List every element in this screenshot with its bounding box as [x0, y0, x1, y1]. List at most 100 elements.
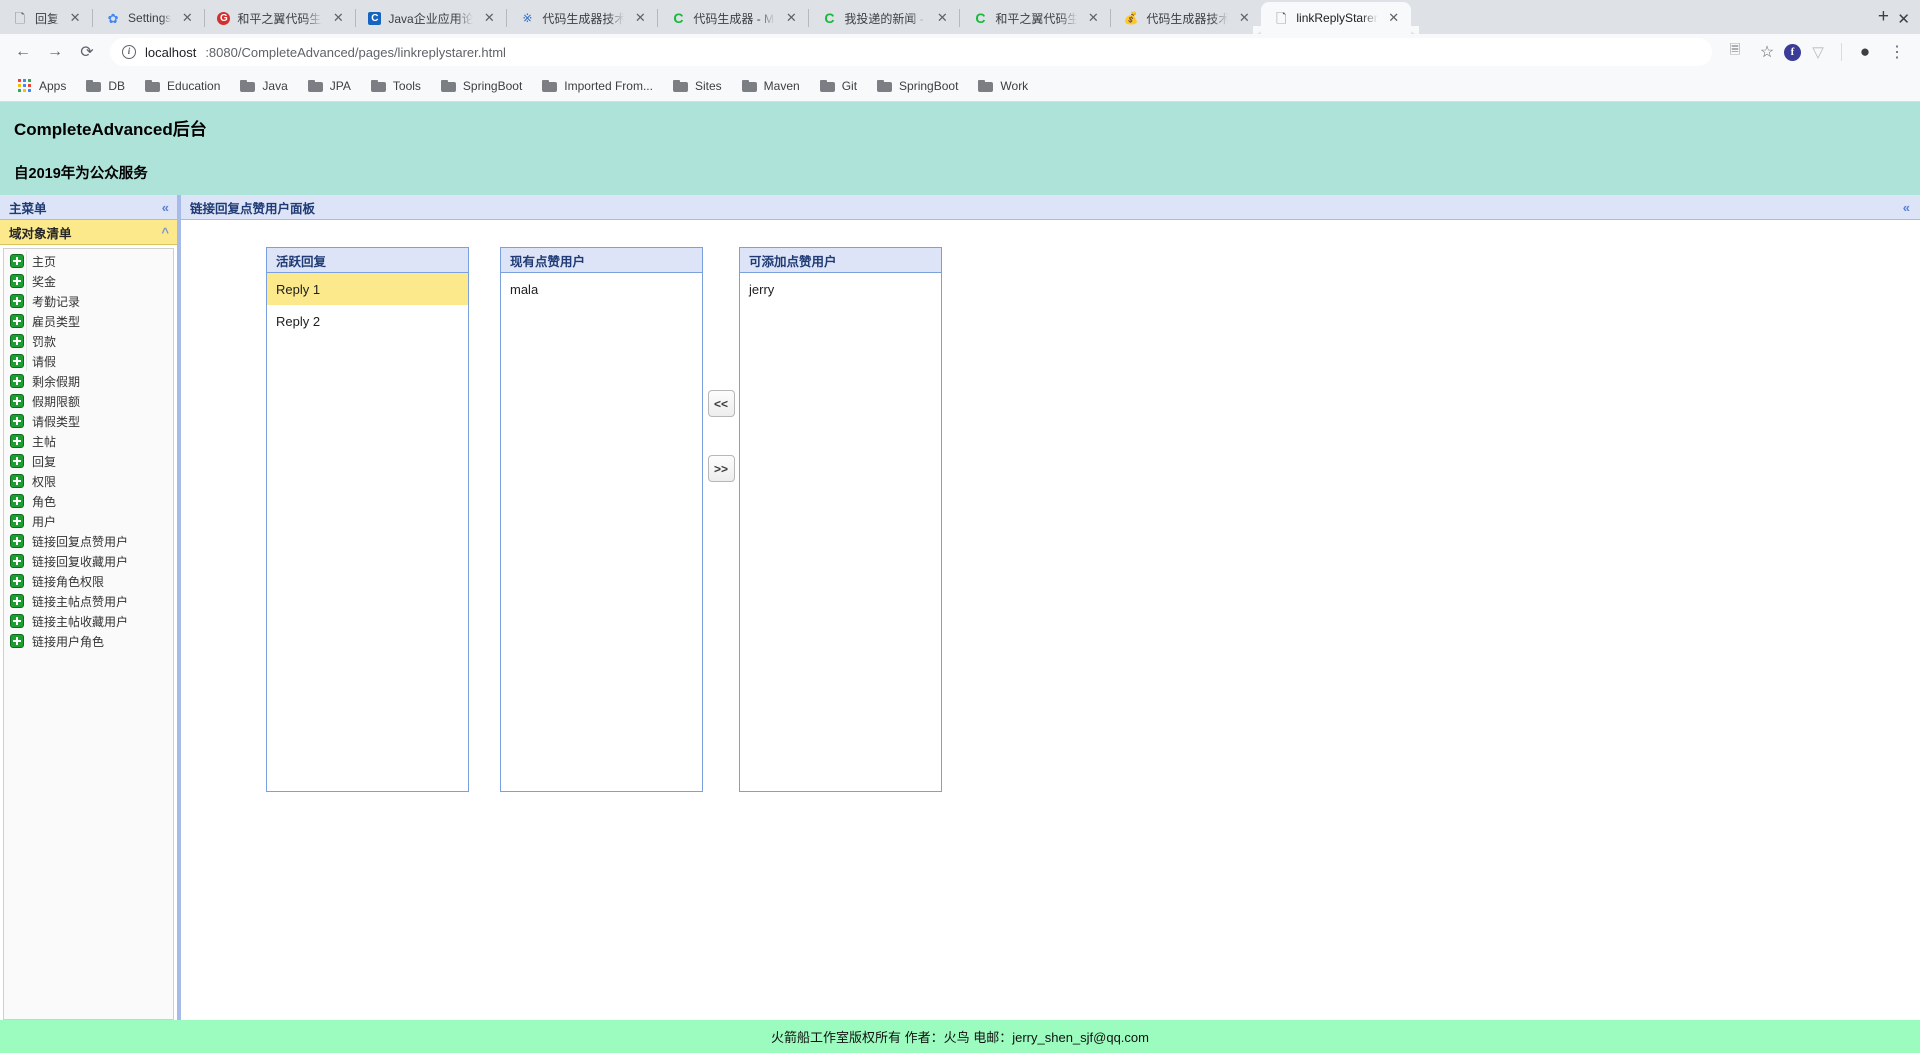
reload-icon[interactable]: ⟳ [72, 37, 102, 67]
list-item[interactable]: jerry [740, 273, 941, 305]
list-item[interactable]: mala [501, 273, 702, 305]
sidebar-item[interactable]: 罚款 [4, 331, 173, 351]
sidebar-item[interactable]: 假期限额 [4, 391, 173, 411]
browser-tab[interactable]: ※ 代码生成器技术社 ✕ [507, 2, 657, 34]
sidebar-item[interactable]: 链接主帖点赞用户 [4, 591, 173, 611]
sidebar-item[interactable]: 链接角色权限 [4, 571, 173, 591]
tab-close-icon[interactable]: ✕ [1235, 9, 1253, 27]
menu-rule [26, 291, 27, 311]
bookmark-item[interactable]: Imported From... [534, 76, 661, 96]
sidebar-item[interactable]: 主页 [4, 251, 173, 271]
plus-icon [10, 414, 24, 428]
tab-close-icon[interactable]: ✕ [933, 9, 951, 27]
sidebar-item[interactable]: 主帖 [4, 431, 173, 451]
tab-close-icon[interactable]: ✕ [1084, 9, 1102, 27]
bookmark-item[interactable]: Maven [734, 76, 808, 96]
browser-tab[interactable]: ✿ Settings ✕ [93, 2, 204, 34]
sidebar-item[interactable]: 奖金 [4, 271, 173, 291]
tab-close-icon[interactable]: ✕ [66, 9, 84, 27]
list-header-label: 现有点赞用户 [510, 254, 586, 269]
bookmark-item[interactable]: JPA [300, 76, 359, 96]
bookmark-item[interactable]: Git [812, 76, 865, 96]
sidebar-item-label: 链接主帖点赞用户 [32, 594, 129, 609]
sidebar-item[interactable]: 角色 [4, 491, 173, 511]
chrome-menu-icon[interactable]: ⋮ [1882, 37, 1912, 67]
bookmark-item[interactable]: SpringBoot [869, 76, 966, 96]
address-bar[interactable]: i localhost:8080/CompleteAdvanced/pages/… [110, 38, 1712, 66]
bookmark-item[interactable]: Education [137, 76, 228, 96]
folder-icon [307, 79, 323, 92]
list-item[interactable]: Reply 1 [267, 273, 468, 305]
sidebar-item[interactable]: 用户 [4, 511, 173, 531]
browser-tab[interactable]: G 和平之翼代码生成 ✕ [205, 2, 355, 34]
list-item[interactable]: Reply 2 [267, 305, 468, 337]
bookmark-item[interactable]: Java [232, 76, 295, 96]
bookmark-item[interactable]: Work [970, 76, 1036, 96]
tab-close-icon[interactable]: ✕ [178, 9, 196, 27]
browser-window: 🗋 回复 ✕ ✿ Settings ✕ G 和平之翼代码生成 ✕ C Java企业应用论坛 ✕ ※ 代码生… [0, 0, 1920, 1053]
sidebar-item[interactable]: 请假 [4, 351, 173, 371]
page-subtitle: 自2019年为公众服务 [14, 166, 148, 182]
site-info-icon[interactable]: i [122, 45, 136, 59]
menu-rule [26, 351, 27, 371]
browser-tab[interactable]: C 代码生成器 - MSD ✕ [658, 2, 808, 34]
chevron-up-icon[interactable]: ^ [161, 226, 169, 239]
list-box: 现有点赞用户 mala [500, 247, 703, 792]
sidebar-item-label: 角色 [32, 494, 57, 509]
sidebar-item[interactable]: 剩余假期 [4, 371, 173, 391]
new-tab-button[interactable]: + [1869, 3, 1897, 31]
sidebar-item[interactable]: 链接主帖收藏用户 [4, 611, 173, 631]
browser-tab[interactable]: 💰 代码生成器技术社 ✕ [1111, 2, 1261, 34]
translate-icon[interactable]: 🗏 [1720, 37, 1750, 67]
browser-tab[interactable]: C Java企业应用论坛 ✕ [356, 2, 506, 34]
sidebar-item[interactable]: 链接用户角色 [4, 631, 173, 651]
extension-v-icon[interactable]: ▽ [1803, 37, 1833, 67]
tab-close-icon[interactable]: ✕ [329, 9, 347, 27]
sidebar-item[interactable]: 回复 [4, 451, 173, 471]
extension-f-icon[interactable]: f [1784, 43, 1801, 61]
folder-icon [672, 79, 688, 92]
content-collapse-icon[interactable]: « [1903, 201, 1910, 214]
sidebar-item[interactable]: 链接回复收藏用户 [4, 551, 173, 571]
sidebar-item-label: 用户 [32, 514, 57, 529]
bookmark-item[interactable]: Tools [363, 76, 429, 96]
browser-tab[interactable]: C 我投递的新闻 - M ✕ [809, 2, 959, 34]
browser-tab[interactable]: 🗋 linkReplyStarer ✕ [1253, 2, 1420, 34]
sidebar-item[interactable]: 雇员类型 [4, 311, 173, 331]
csdn-icon: C [824, 10, 835, 26]
sidebar-accordion-header[interactable]: 域对象清单 ^ [0, 220, 177, 245]
content-panel-body: 活跃回复 Reply 1 Reply 2 现有点赞用户 mala << >> 可添加点赞用户 j… [181, 220, 1920, 1020]
tab-close-icon[interactable]: ✕ [480, 9, 498, 27]
sidebar-item-label: 链接用户角色 [32, 634, 105, 649]
profile-avatar-icon[interactable]: ● [1850, 37, 1880, 67]
tab-close-icon[interactable]: ✕ [631, 9, 649, 27]
move-left-button[interactable]: << [707, 390, 735, 417]
bookmark-star-icon[interactable]: ☆ [1752, 37, 1782, 67]
sidebar-item[interactable]: 权限 [4, 471, 173, 491]
tab-close-icon[interactable]: ✕ [1385, 9, 1403, 27]
main-content: 链接回复点赞用户面板 « 活跃回复 Reply 1 Reply 2 现有点赞用户 mal… [179, 195, 1920, 1020]
sidebar-item-label: 假期限额 [32, 394, 81, 409]
sidebar-item[interactable]: 链接回复点赞用户 [4, 531, 173, 551]
sidebar-panel-title: 主菜单 [9, 201, 47, 216]
bookmark-item[interactable]: SpringBoot [433, 76, 530, 96]
tab-title: 和平之翼代码生成 [237, 11, 322, 26]
transfer-button-column: << >> [703, 247, 739, 482]
back-icon[interactable]: ← [8, 37, 38, 67]
tab-close-icon[interactable]: ✕ [782, 9, 800, 27]
tab-title: 代码生成器技术社 [1146, 11, 1229, 26]
browser-tab[interactable]: 🗋 回复 ✕ [0, 2, 92, 34]
browser-tab[interactable]: C 和平之翼代码生成 ✕ [960, 2, 1110, 34]
tab-title: Settings [128, 11, 172, 25]
chevron-left-icon[interactable]: « [162, 201, 169, 214]
window-close-button[interactable]: ✕ [1897, 10, 1910, 28]
move-right-button[interactable]: >> [707, 455, 735, 482]
bookmark-item[interactable]: Apps [10, 76, 74, 96]
app-header: CompleteAdvanced后台 自2019年为公众服务 [0, 102, 1920, 195]
forward-icon[interactable]: → [40, 37, 70, 67]
sidebar-item[interactable]: 考勤记录 [4, 291, 173, 311]
sidebar-item[interactable]: 请假类型 [4, 411, 173, 431]
bookmark-item[interactable]: DB [78, 76, 133, 96]
bookmark-item[interactable]: Sites [665, 76, 730, 96]
tab-title: linkReplyStarer [1296, 11, 1378, 25]
